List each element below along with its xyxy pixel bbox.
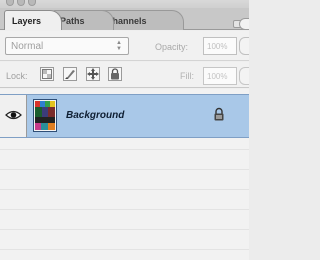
tab-layers[interactable]: Layers <box>4 10 62 30</box>
blend-mode-value: Normal <box>11 41 44 52</box>
layers-panel: Channels Paths Layers Normal ▲ ▼ Opacity:… <box>0 0 249 260</box>
fill-label: Fill: <box>180 71 194 81</box>
visibility-toggle[interactable] <box>0 95 27 137</box>
eye-icon <box>5 110 22 120</box>
fill-value: 100% <box>207 72 228 81</box>
layers-list: Background <box>0 89 249 260</box>
fill-input[interactable]: 100% <box>203 67 237 85</box>
lock-row: Lock: Fill: 100% <box>0 62 249 88</box>
close-dot-icon[interactable] <box>6 0 14 6</box>
lock-label: Lock: <box>6 71 28 81</box>
layer-lock-icon <box>214 107 224 121</box>
fill-slider-button[interactable] <box>239 67 249 85</box>
opacity-label: Opacity: <box>155 42 189 52</box>
opacity-slider-button[interactable] <box>239 37 249 55</box>
opacity-input[interactable]: 100% <box>203 37 237 55</box>
layer-thumbnail[interactable] <box>33 99 57 132</box>
layer-name: Background <box>66 110 125 121</box>
layer-row-background[interactable]: Background <box>0 94 249 138</box>
panel-title-bar[interactable] <box>0 0 249 8</box>
tab-bar: Channels Paths Layers <box>0 8 249 30</box>
minimize-dot-icon[interactable] <box>17 0 25 6</box>
list-divider <box>0 249 249 250</box>
lock-transparent-icon[interactable] <box>40 67 54 81</box>
blend-mode-select[interactable]: Normal ▲ ▼ <box>5 37 129 55</box>
lock-image-icon[interactable] <box>63 67 77 81</box>
opacity-value: 100% <box>207 42 228 51</box>
list-divider <box>0 169 249 170</box>
list-divider <box>0 209 249 210</box>
blend-options-row: Normal ▲ ▼ Opacity: 100% <box>0 31 249 61</box>
lock-all-icon[interactable] <box>108 67 122 81</box>
list-divider <box>0 229 249 230</box>
panel-menu-icon[interactable] <box>239 18 249 30</box>
lock-position-icon[interactable] <box>86 67 100 81</box>
tab-layers-label: Layers <box>12 16 42 26</box>
tab-paths-label: Paths <box>60 16 85 26</box>
zoom-dot-icon[interactable] <box>28 0 36 6</box>
list-divider <box>0 149 249 150</box>
list-divider <box>0 189 249 190</box>
select-arrows-icon: ▲ ▼ <box>116 40 122 52</box>
